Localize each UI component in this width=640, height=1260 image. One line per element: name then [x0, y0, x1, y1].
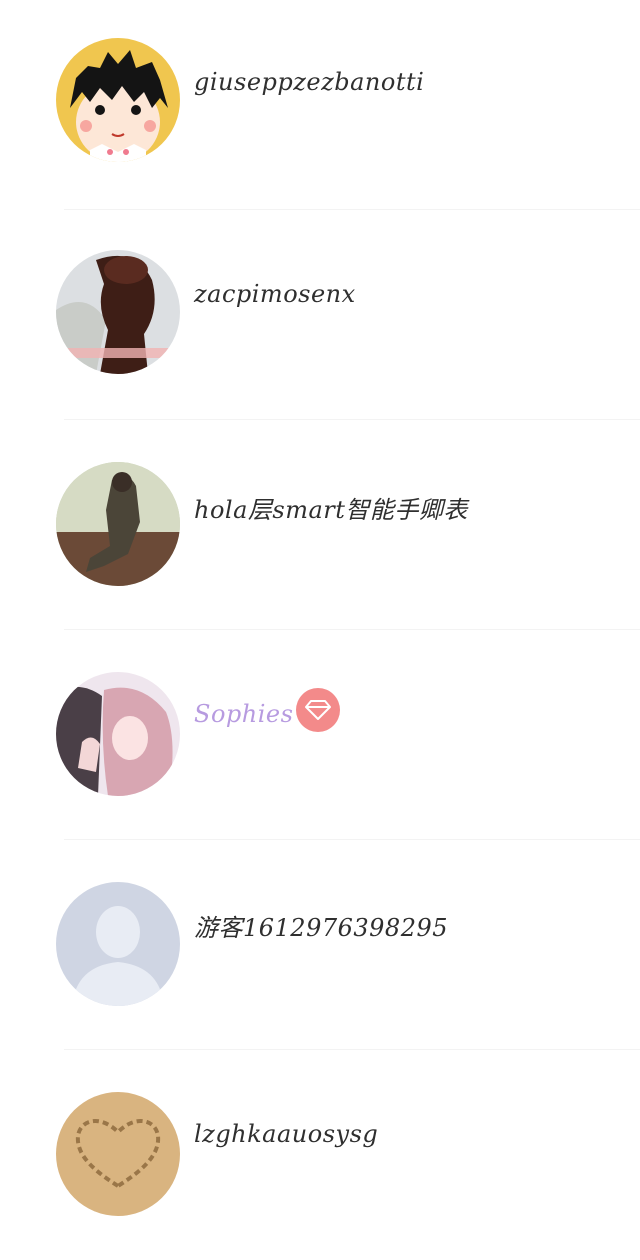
username: giuseppzezbanotti	[194, 68, 425, 96]
username: 游客1612976398295	[194, 914, 449, 942]
cartoon-girl-avatar	[56, 38, 180, 162]
anime-couple-avatar	[56, 672, 180, 796]
list-item[interactable]: hola层smart智能手卿表	[0, 420, 640, 630]
avatar[interactable]	[56, 250, 180, 374]
illustration-avatar	[56, 250, 180, 374]
username: Sophies	[194, 700, 294, 728]
list-item[interactable]: lzghkaauosysg	[0, 1050, 640, 1260]
username: zacpimosenx	[194, 280, 356, 308]
username: hola层smart智能手卿表	[194, 496, 468, 524]
user-list: giuseppzezbanotti zacpimosenx hola层smart…	[0, 0, 640, 1257]
username: lzghkaauosysg	[194, 1120, 379, 1148]
list-item[interactable]: Sophies	[0, 630, 640, 840]
avatar[interactable]	[56, 38, 180, 162]
list-item[interactable]: giuseppzezbanotti	[0, 0, 640, 210]
avatar[interactable]	[56, 462, 180, 586]
diamond-icon	[305, 700, 331, 720]
list-item[interactable]: 游客1612976398295	[0, 840, 640, 1050]
avatar[interactable]	[56, 672, 180, 796]
vip-badge	[296, 688, 340, 732]
list-item[interactable]: zacpimosenx	[0, 210, 640, 420]
default-avatar	[56, 882, 180, 1006]
photo-avatar	[56, 462, 180, 586]
sand-heart-avatar	[56, 1092, 180, 1216]
avatar[interactable]	[56, 882, 180, 1006]
avatar[interactable]	[56, 1092, 180, 1216]
